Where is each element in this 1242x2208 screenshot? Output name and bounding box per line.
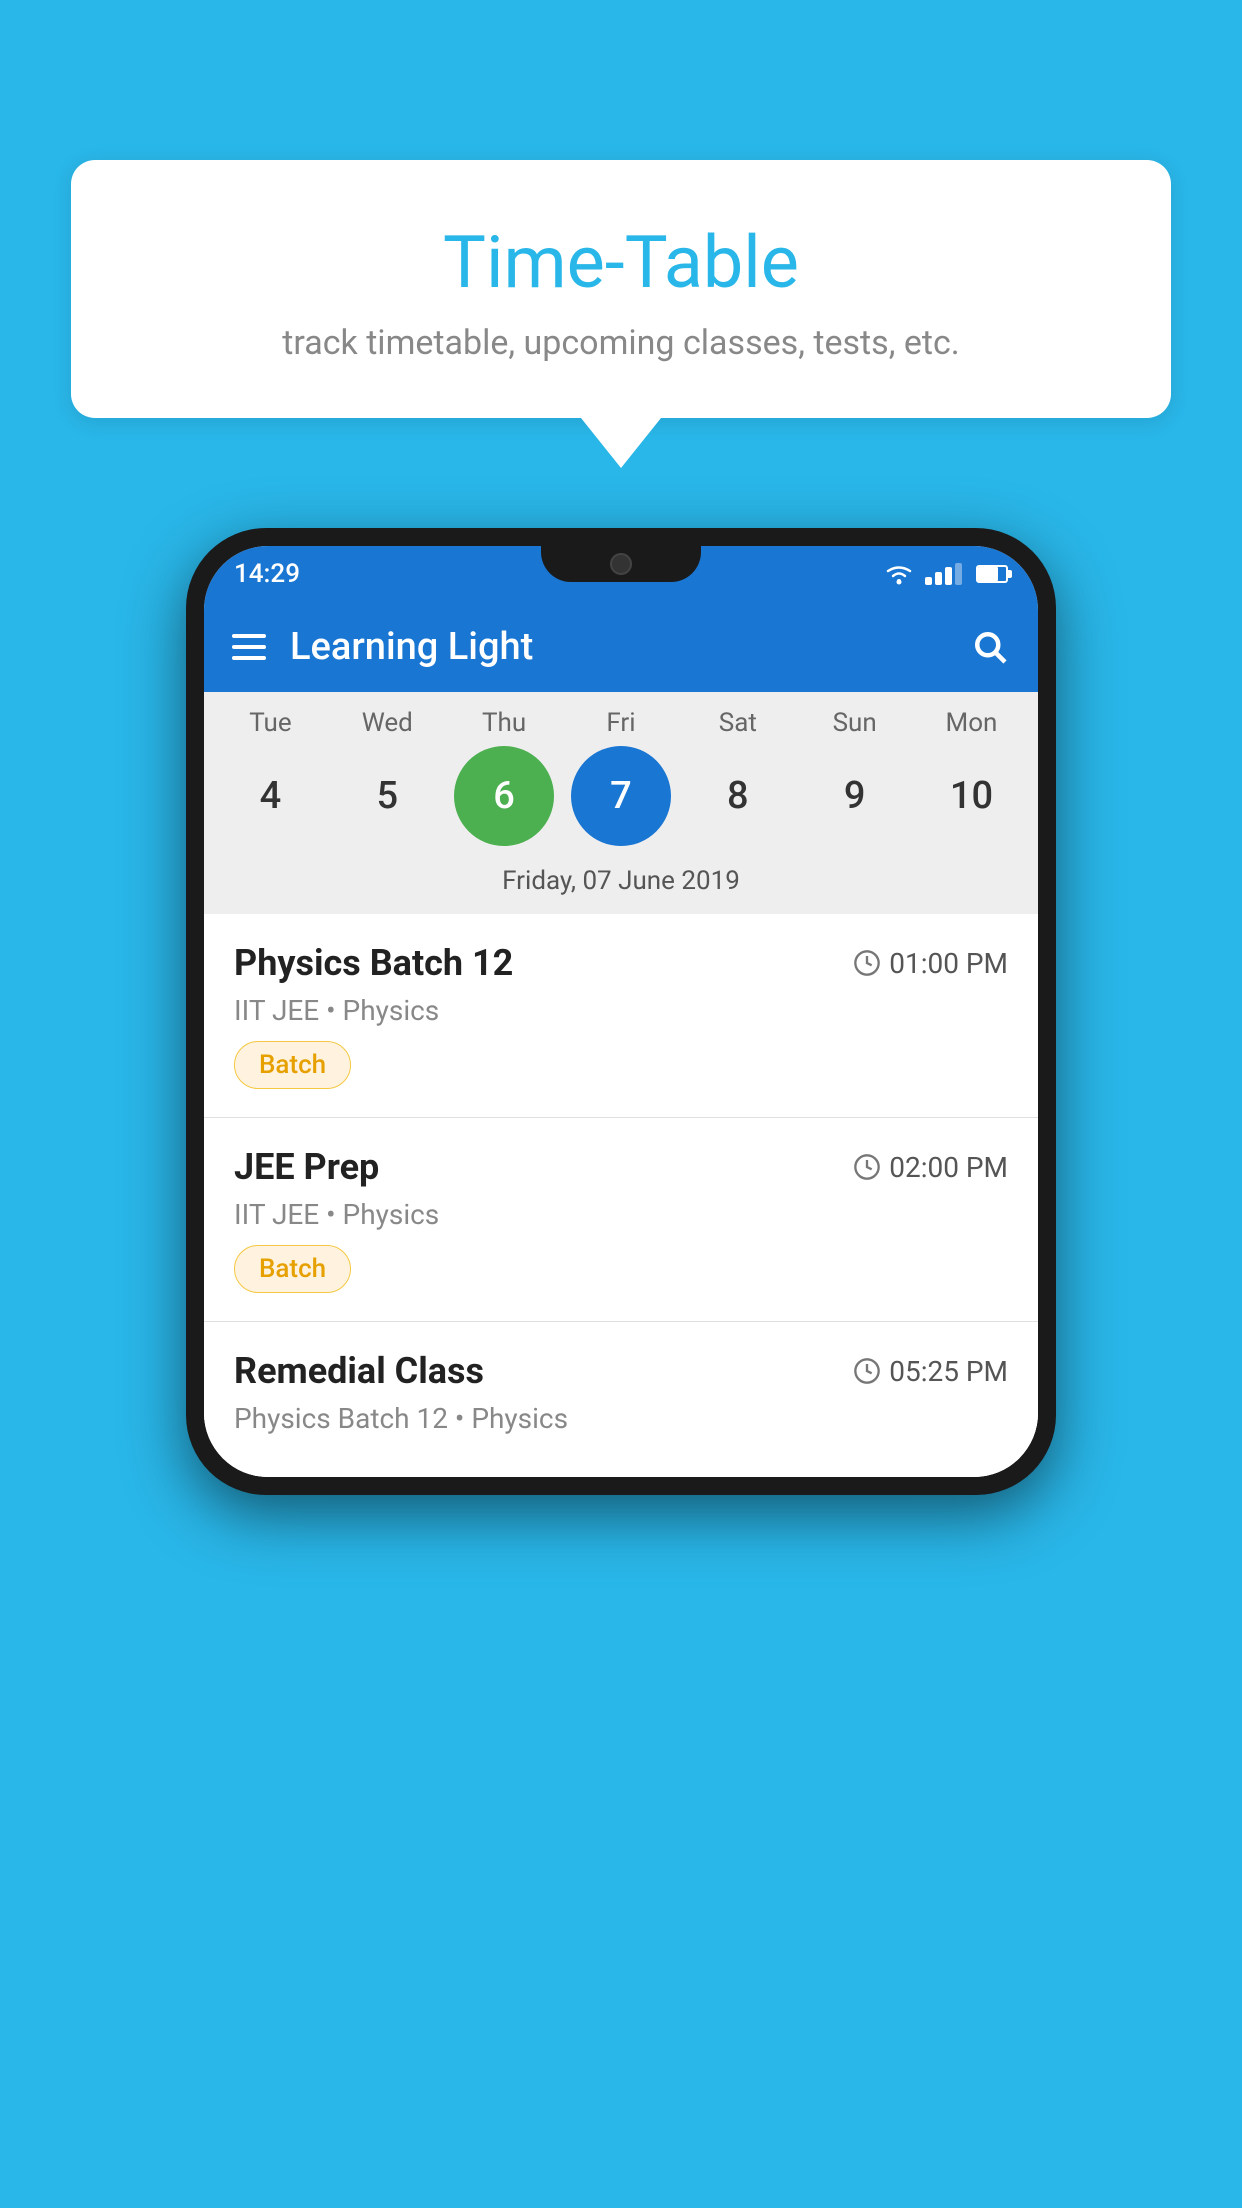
speech-bubble: Time-Table track timetable, upcoming cla… (71, 160, 1171, 418)
class-card-3[interactable]: Remedial Class 05:25 PM Physics Batch 12… (204, 1322, 1038, 1477)
clock-icon-3 (853, 1357, 881, 1385)
phone-camera (610, 553, 632, 575)
class-name-1: Physics Batch 12 (234, 942, 513, 984)
class-time-label-3: 05:25 PM (889, 1355, 1008, 1388)
phone-notch (541, 546, 701, 582)
phone-mockup: 14:29 (186, 528, 1056, 1495)
status-icons (883, 563, 1008, 585)
clock-icon-1 (853, 949, 881, 977)
batch-badge-1: Batch (234, 1041, 351, 1089)
hamburger-menu-icon[interactable] (232, 634, 266, 660)
speech-bubble-container: Time-Table track timetable, upcoming cla… (71, 160, 1171, 468)
class-name-3: Remedial Class (234, 1350, 484, 1392)
class-card-top-1: Physics Batch 12 01:00 PM (234, 942, 1008, 984)
status-time: 14:29 (234, 559, 300, 589)
speech-bubble-tail (581, 418, 661, 468)
clock-icon-2 (853, 1153, 881, 1181)
class-time-3: 05:25 PM (853, 1355, 1008, 1388)
class-meta-2: IIT JEE • Physics (234, 1198, 1008, 1231)
class-time-label-2: 02:00 PM (889, 1151, 1008, 1184)
class-meta-3: Physics Batch 12 • Physics (234, 1402, 1008, 1435)
bubble-title: Time-Table (131, 220, 1111, 305)
battery-icon (976, 565, 1008, 583)
day-header-mon: Mon (921, 708, 1021, 738)
day-6-today[interactable]: 6 (454, 746, 554, 846)
day-header-tue: Tue (220, 708, 320, 738)
class-card-top-2: JEE Prep 02:00 PM (234, 1146, 1008, 1188)
signal-bars-icon (925, 563, 962, 585)
bubble-subtitle: track timetable, upcoming classes, tests… (131, 323, 1111, 363)
class-card-2[interactable]: JEE Prep 02:00 PM IIT JEE • Physics Batc… (204, 1118, 1038, 1322)
app-bar: Learning Light (204, 602, 1038, 692)
day-4[interactable]: 4 (220, 746, 320, 846)
phone-outer: 14:29 (186, 528, 1056, 1495)
day-10[interactable]: 10 (921, 746, 1021, 846)
class-time-1: 01:00 PM (853, 947, 1008, 980)
search-icon (972, 629, 1008, 665)
day-header-sun: Sun (805, 708, 905, 738)
day-header-fri: Fri (571, 708, 671, 738)
classes-list: Physics Batch 12 01:00 PM IIT JEE • Phys… (204, 914, 1038, 1477)
search-button[interactable] (970, 627, 1010, 667)
day-headers: Tue Wed Thu Fri Sat Sun Mon (204, 708, 1038, 738)
day-9[interactable]: 9 (805, 746, 905, 846)
day-5[interactable]: 5 (337, 746, 437, 846)
class-time-label-1: 01:00 PM (889, 947, 1008, 980)
class-card-top-3: Remedial Class 05:25 PM (234, 1350, 1008, 1392)
batch-badge-2: Batch (234, 1245, 351, 1293)
phone-screen: 14:29 (204, 546, 1038, 1477)
day-8[interactable]: 8 (688, 746, 788, 846)
day-7-selected[interactable]: 7 (571, 746, 671, 846)
day-header-wed: Wed (337, 708, 437, 738)
day-header-sat: Sat (688, 708, 788, 738)
day-numbers: 4 5 6 7 8 9 10 (204, 738, 1038, 860)
app-title: Learning Light (290, 625, 970, 669)
wifi-icon (883, 563, 915, 585)
class-time-2: 02:00 PM (853, 1151, 1008, 1184)
class-card-1[interactable]: Physics Batch 12 01:00 PM IIT JEE • Phys… (204, 914, 1038, 1118)
class-name-2: JEE Prep (234, 1146, 379, 1188)
day-header-thu: Thu (454, 708, 554, 738)
calendar-strip: Tue Wed Thu Fri Sat Sun Mon 4 5 6 7 8 9 … (204, 692, 1038, 914)
selected-date-label: Friday, 07 June 2019 (204, 860, 1038, 914)
class-meta-1: IIT JEE • Physics (234, 994, 1008, 1027)
